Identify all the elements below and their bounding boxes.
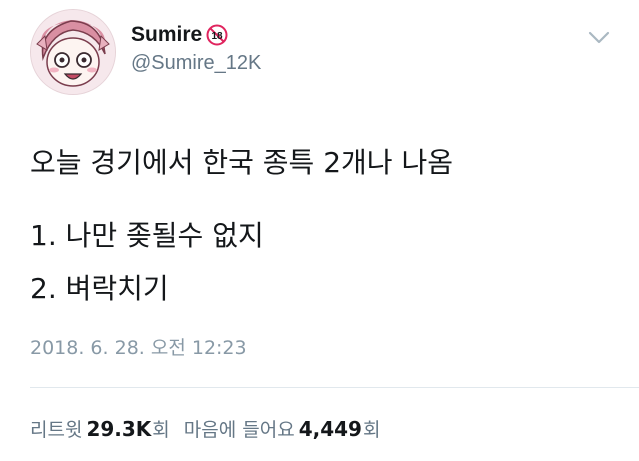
tweet-text-line-1: 오늘 경기에서 한국 종특 2개나 나옴 (30, 146, 453, 179)
retweets-unit: 회 (152, 419, 170, 441)
tweet-text-line-2: 1. 나만 좆될수 없지 (30, 219, 264, 252)
likes-count[interactable]: 4,449 (299, 417, 362, 441)
display-name[interactable]: Sumire (131, 23, 202, 47)
avatar[interactable] (30, 9, 116, 95)
retweets-count[interactable]: 29.3K (86, 417, 151, 441)
divider (30, 387, 639, 388)
author-name-row: Sumire 18 (131, 22, 228, 48)
avatar-illustration (31, 10, 115, 94)
tweet-stats: 리트윗 29.3K 회 마음에 들어요 4,449 회 (30, 415, 380, 442)
chevron-down-icon[interactable] (586, 27, 612, 49)
likes-unit: 회 (362, 419, 381, 441)
age-18-badge-icon: 18 (206, 24, 228, 46)
age-badge-text: 18 (212, 31, 224, 42)
user-handle[interactable]: @Sumire_12K (131, 52, 261, 75)
retweets-label[interactable]: 리트윗 (30, 415, 82, 442)
tweet-timestamp[interactable]: 2018. 6. 28. 오전 12:23 (30, 333, 247, 360)
tweet-text-line-3: 2. 벼락치기 (30, 272, 169, 305)
likes-label[interactable]: 마음에 들어요 (184, 415, 295, 442)
